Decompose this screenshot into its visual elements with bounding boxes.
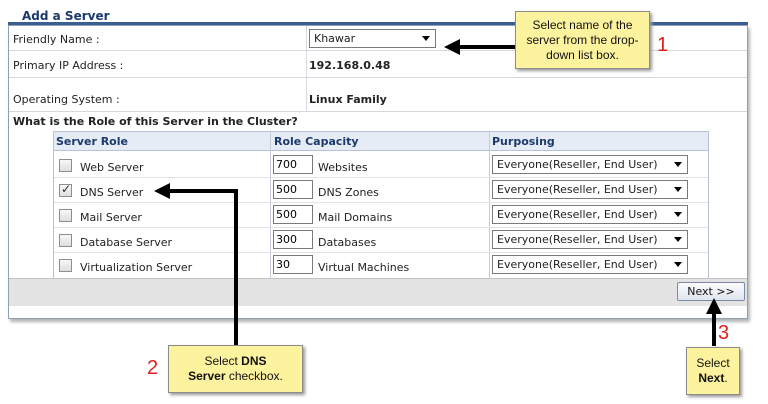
callout-3-line-1: Select (696, 356, 730, 370)
callout-3-number: 3 (718, 322, 730, 344)
callout-2-number: 2 (147, 357, 159, 379)
callout-3-text-c: . (724, 371, 728, 385)
callout-2: Select DNS Server checkbox. (168, 345, 303, 393)
callout-2-line-1: Select DNS (169, 354, 302, 369)
callout-2-text-a: Select (204, 354, 242, 368)
callout-2-arrow-head (154, 183, 170, 199)
callout-2-text-b: DNS (241, 354, 267, 368)
callout-3: Select Next. (686, 347, 740, 395)
callout-1-text: Select name of the server from the drop-… (526, 18, 639, 62)
callout-1-number: 1 (657, 34, 669, 56)
callout-1: Select name of the server from the drop-… (515, 11, 650, 69)
callout-2-text-c: Server (188, 369, 226, 383)
callout-3-arrow-head (706, 298, 722, 314)
callout-3-line-2: Next. (687, 371, 739, 386)
callout-2-line-2: Server checkbox. (169, 369, 302, 384)
annotation-arrows (154, 39, 722, 346)
callout-2-text-d: checkbox. (225, 369, 283, 383)
callout-2-arrow-shaft (168, 189, 238, 345)
callout-1-arrow-head (444, 39, 460, 55)
callout-3-text-b: Next (698, 371, 725, 385)
